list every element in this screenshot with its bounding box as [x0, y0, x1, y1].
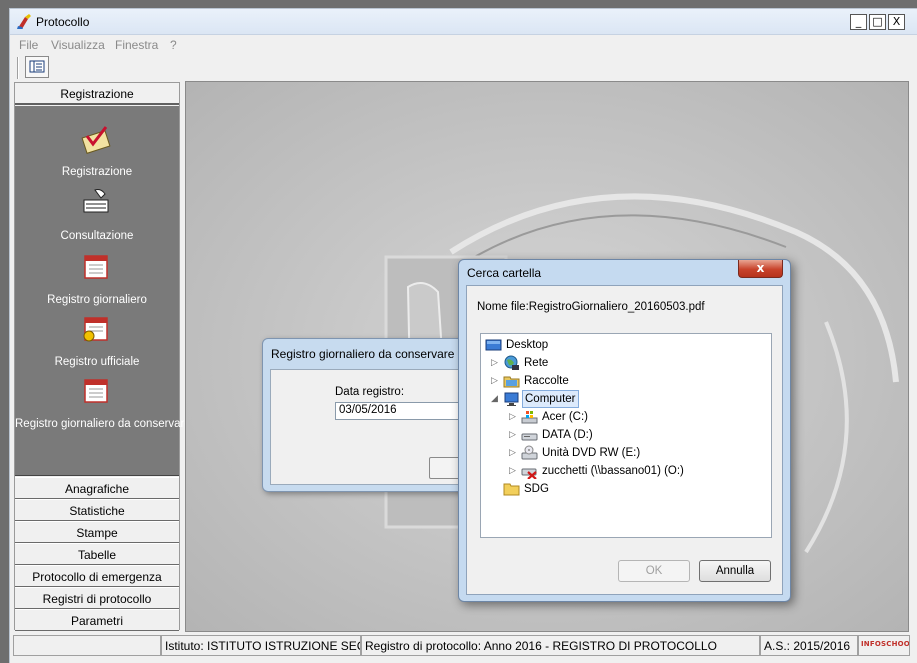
status-bar: Istituto: ISTITUTO ISTRUZIONE SECONDARIA… — [10, 635, 917, 657]
category-stampe[interactable]: Stampe — [15, 521, 179, 543]
status-cell-empty — [13, 635, 161, 656]
nav-registro-da-conservare[interactable]: Registro giornaliero da conservare — [15, 374, 191, 436]
expand-arrow-icon[interactable]: ▷ — [491, 372, 501, 390]
browse-folder-dialog-body: Nome file:RegistroGiornaliero_20160503.p… — [466, 285, 783, 595]
dvd-drive-icon — [521, 445, 538, 460]
infoschool-logo: INFOSCHOOL — [858, 635, 910, 656]
nav-registro-da-conservare-label: Registro giornaliero da conservare — [15, 418, 191, 430]
category-registri-protocollo[interactable]: Registri di protocollo — [15, 587, 179, 609]
drive-icon — [521, 433, 538, 441]
browse-folder-dialog: Cerca cartella x Nome file:RegistroGiorn… — [458, 259, 791, 602]
app-broom-icon — [17, 14, 31, 29]
nav-registrazione[interactable]: Registrazione — [15, 122, 179, 184]
maximize-button[interactable]: □ — [869, 14, 886, 30]
menu-file[interactable]: File — [19, 38, 38, 52]
nav-registrazione-label: Registrazione — [61, 166, 133, 178]
minimize-button[interactable]: _ — [850, 14, 867, 30]
category-protocollo-emergenza[interactable]: Protocollo di emergenza — [15, 565, 179, 587]
nav-consultazione[interactable]: Consultazione — [15, 186, 179, 248]
tree-label-sdg: SDG — [524, 483, 549, 495]
nav-registro-giornaliero[interactable]: Registro giornaliero — [15, 250, 179, 312]
app-title: Protocollo — [36, 15, 90, 29]
desktop-icon — [485, 339, 502, 351]
section-header-registrazione[interactable]: Registrazione — [15, 83, 179, 105]
cancel-button[interactable]: Annulla — [699, 560, 771, 582]
menu-help[interactable]: ? — [170, 38, 177, 52]
tree-label-dvd-e: Unità DVD RW (E:) — [542, 447, 641, 459]
tree-label-computer: Computer — [522, 390, 579, 408]
status-istituto: Istituto: ISTITUTO ISTRUZIONE SECONDARIA — [161, 635, 361, 656]
system-drive-icon — [521, 411, 538, 424]
nav-registro-ufficiale[interactable]: Registro ufficiale — [15, 312, 179, 374]
expand-arrow-icon[interactable]: ▷ — [491, 354, 501, 372]
sidebar: Registrazione Registrazione Consultazion… — [14, 82, 191, 631]
date-label: Data registro: — [335, 386, 405, 398]
infoschool-logo-text: INFOSCHOOL — [861, 640, 910, 648]
network-drive-disconnected-icon — [521, 468, 537, 479]
category-statistiche[interactable]: Statistiche — [15, 499, 179, 521]
status-registro: Registro di protocollo: Anno 2016 - REGI… — [361, 635, 760, 656]
collapse-arrow-icon[interactable]: ◢ — [491, 390, 501, 408]
tree-label-zucchetti-o: zucchetti (\\bassano01) (O:) — [542, 465, 684, 477]
file-name-label: Nome file:RegistroGiornaliero_20160503.p… — [477, 301, 705, 313]
toggle-sidebar-button[interactable] — [25, 56, 49, 78]
folder-icon — [503, 483, 520, 496]
folder-tree[interactable]: Desktop ▷ Rete ▷ Raccolte ◢ Computer ▷ A… — [480, 333, 772, 538]
expand-arrow-icon[interactable]: ▷ — [509, 426, 519, 444]
list-view-icon — [29, 60, 45, 73]
category-anagrafiche[interactable]: Anagrafiche — [15, 477, 179, 499]
expand-arrow-icon[interactable]: ▷ — [509, 462, 519, 480]
date-input[interactable]: 03/05/2016 — [335, 402, 465, 420]
daily-register-dialog-title[interactable]: Registro giornaliero da conservare — [271, 347, 454, 361]
title-bar[interactable]: Protocollo _ □ X — [10, 9, 917, 35]
calendar-icon — [84, 379, 108, 403]
expand-arrow-icon[interactable]: ▷ — [509, 444, 519, 462]
nav-registro-ufficiale-label: Registro ufficiale — [54, 356, 140, 368]
dialog-close-button[interactable]: x — [738, 260, 783, 278]
menu-bar: File Visualizza Finestra ? — [10, 35, 917, 55]
tree-label-data-d: DATA (D:) — [542, 429, 593, 441]
daily-register-dialog-body: Data registro: 03/05/2016 — [270, 369, 470, 485]
ok-button[interactable]: OK — [618, 560, 690, 582]
nav-registro-giornaliero-label: Registro giornaliero — [47, 294, 147, 306]
computer-icon — [504, 392, 519, 406]
consult-hands-icon — [83, 189, 109, 213]
category-parametri[interactable]: Parametri — [15, 609, 179, 631]
register-envelope-icon — [81, 126, 111, 154]
browse-folder-dialog-title[interactable]: Cerca cartella — [467, 266, 541, 280]
menu-finestra[interactable]: Finestra — [115, 38, 158, 52]
network-icon — [504, 355, 519, 370]
tree-label-desktop: Desktop — [506, 339, 549, 351]
status-anno-scolastico: A.S.: 2015/2016 — [760, 635, 858, 656]
category-tabelle[interactable]: Tabelle — [15, 543, 179, 565]
libraries-icon — [503, 376, 520, 388]
toolbar — [10, 55, 917, 81]
tree-label-rete: Rete — [524, 357, 549, 369]
section-panel: Registrazione Consultazione Registro gio… — [15, 106, 191, 476]
tree-label-acer-c: Acer (C:) — [542, 411, 588, 423]
tree-label-raccolte: Raccolte — [524, 375, 569, 387]
calendar-icon — [84, 255, 108, 279]
menu-visualizza[interactable]: Visualizza — [51, 38, 105, 52]
calendar-warning-icon — [83, 317, 108, 342]
close-button[interactable]: X — [888, 14, 905, 30]
expand-arrow-icon[interactable]: ▷ — [509, 408, 519, 426]
daily-register-dialog: Registro giornaliero da conservare Data … — [262, 338, 476, 492]
toolbar-separator — [17, 57, 19, 79]
nav-consultazione-label: Consultazione — [60, 230, 134, 242]
